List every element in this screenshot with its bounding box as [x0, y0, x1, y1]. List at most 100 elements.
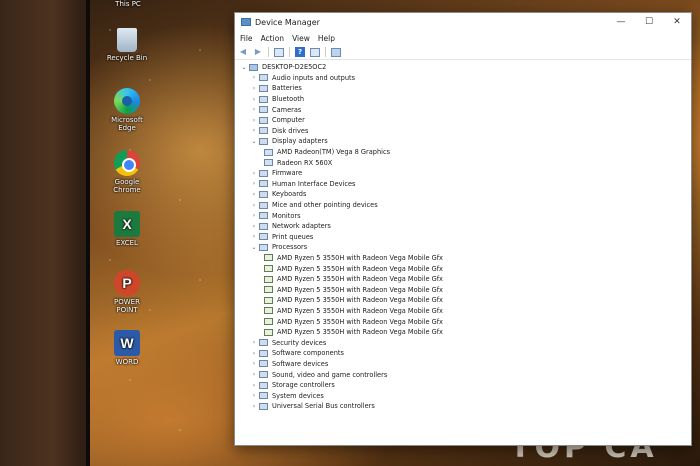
tree-category[interactable]: › Batteries — [239, 83, 691, 94]
chevron-right-icon[interactable]: › — [249, 106, 259, 113]
device-category-icon — [259, 116, 268, 124]
chevron-right-icon[interactable]: › — [249, 392, 259, 399]
tree-category[interactable]: › Cameras — [239, 104, 691, 115]
tree-category[interactable]: › Universal Serial Bus controllers — [239, 401, 691, 412]
tree-category[interactable]: › Monitors — [239, 210, 691, 221]
chevron-right-icon[interactable]: › — [249, 403, 259, 410]
device-category-icon — [259, 84, 268, 92]
chevron-right-icon[interactable]: › — [249, 339, 259, 346]
menu-file[interactable]: File — [238, 34, 259, 43]
tree-category[interactable]: › Disk drives — [239, 126, 691, 137]
tree-device[interactable]: AMD Radeon(TM) Vega 8 Graphics — [239, 147, 691, 158]
tree-device[interactable]: AMD Ryzen 5 3550H with Radeon Vega Mobil… — [239, 316, 691, 327]
device-category-icon — [259, 201, 268, 209]
desktop-icon-powerpoint[interactable]: P POWER POINT — [103, 270, 151, 314]
close-button[interactable]: ✕ — [663, 13, 691, 31]
chevron-right-icon[interactable]: › — [249, 382, 259, 389]
desktop-icon-label: EXCEL — [116, 239, 138, 247]
tree-category-label: Cameras — [272, 105, 302, 114]
tree-category[interactable]: › Bluetooth — [239, 94, 691, 105]
chevron-right-icon[interactable]: › — [249, 202, 259, 209]
desktop-icon-excel[interactable]: X EXCEL — [103, 211, 151, 247]
chevron-down-icon[interactable]: ⌄ — [239, 64, 249, 71]
chevron-right-icon[interactable]: › — [249, 350, 259, 357]
tree-category[interactable]: › Human Interface Devices — [239, 179, 691, 190]
help-icon[interactable]: ? — [295, 47, 305, 57]
tree-category[interactable]: › Software components — [239, 348, 691, 359]
chevron-right-icon[interactable]: › — [249, 371, 259, 378]
processor-icon — [264, 307, 273, 315]
tree-category[interactable]: › Audio inputs and outputs — [239, 73, 691, 84]
desktop-icon-recycle-bin[interactable]: Recycle Bin — [103, 28, 151, 62]
processor-icon — [264, 296, 273, 304]
tree-device[interactable]: AMD Ryzen 5 3550H with Radeon Vega Mobil… — [239, 327, 691, 338]
screen-edge — [86, 0, 90, 466]
tree-category-label: Security devices — [272, 338, 327, 347]
device-category-icon — [259, 106, 268, 114]
maximize-button[interactable]: ☐ — [635, 13, 663, 31]
powerpoint-icon: P — [114, 270, 140, 296]
tree-device[interactable]: AMD Ryzen 5 3550H with Radeon Vega Mobil… — [239, 284, 691, 295]
chevron-right-icon[interactable]: › — [249, 170, 259, 177]
chevron-right-icon[interactable]: › — [249, 180, 259, 187]
tree-device[interactable]: AMD Ryzen 5 3550H with Radeon Vega Mobil… — [239, 263, 691, 274]
desktop-icon-edge[interactable]: Microsoft Edge — [103, 88, 151, 132]
tree-category[interactable]: › Mice and other pointing devices — [239, 200, 691, 211]
device-category-icon — [259, 381, 268, 389]
processor-icon — [264, 275, 273, 283]
tree-root[interactable]: ⌄ DESKTOP-D2E5OC2 — [239, 62, 691, 73]
tree-category[interactable]: › Software devices — [239, 359, 691, 370]
tree-category[interactable]: › Keyboards — [239, 189, 691, 200]
device-manager-window[interactable]: Device Manager — ☐ ✕ File Action View He… — [234, 12, 692, 446]
tree-category[interactable]: ⌄ Display adapters — [239, 136, 691, 147]
chevron-right-icon[interactable]: › — [249, 96, 259, 103]
chevron-down-icon[interactable]: ⌄ — [249, 138, 259, 145]
chevron-right-icon[interactable]: › — [249, 223, 259, 230]
forward-button[interactable]: ▶ — [253, 47, 263, 57]
tree-device[interactable]: AMD Ryzen 5 3550H with Radeon Vega Mobil… — [239, 274, 691, 285]
minimize-button[interactable]: — — [607, 13, 635, 31]
back-button[interactable]: ◀ — [238, 47, 248, 57]
tree-category[interactable]: › Storage controllers — [239, 380, 691, 391]
chevron-down-icon[interactable]: ⌄ — [249, 244, 259, 251]
chevron-right-icon[interactable]: › — [249, 360, 259, 367]
desktop-icon-word[interactable]: W WORD — [103, 330, 151, 366]
chevron-right-icon[interactable]: › — [249, 117, 259, 124]
show-hide-console-tree-icon[interactable] — [274, 47, 284, 57]
tree-category-label: System devices — [272, 391, 324, 400]
menu-action[interactable]: Action — [259, 34, 291, 43]
scan-hardware-monitor-icon[interactable] — [331, 47, 341, 57]
properties-icon[interactable] — [310, 47, 320, 57]
chevron-right-icon[interactable]: › — [249, 233, 259, 240]
tree-device-label: Radeon RX 560X — [277, 158, 333, 167]
toolbar-separator — [289, 47, 290, 57]
desktop-icon-this-pc[interactable]: This PC — [104, 0, 152, 8]
tree-device[interactable]: Radeon RX 560X — [239, 157, 691, 168]
chevron-right-icon[interactable]: › — [249, 212, 259, 219]
chevron-right-icon[interactable]: › — [249, 127, 259, 134]
tree-category[interactable]: › Network adapters — [239, 221, 691, 232]
tree-category[interactable]: › Security devices — [239, 337, 691, 348]
desktop-icon-chrome[interactable]: Google Chrome — [103, 150, 151, 194]
tree-category[interactable]: › Print queues — [239, 232, 691, 243]
tree-device-label: AMD Ryzen 5 3550H with Radeon Vega Mobil… — [277, 275, 443, 284]
menu-help[interactable]: Help — [316, 34, 341, 43]
tree-device[interactable]: AMD Ryzen 5 3550H with Radeon Vega Mobil… — [239, 306, 691, 317]
desktop-icon-label: This PC — [115, 0, 141, 8]
tree-category[interactable]: › Computer — [239, 115, 691, 126]
tree-category-label: Keyboards — [272, 190, 307, 199]
tree-category-label: Display adapters — [272, 137, 328, 146]
tree-device[interactable]: AMD Ryzen 5 3550H with Radeon Vega Mobil… — [239, 253, 691, 264]
tree-category[interactable]: ⌄ Processors — [239, 242, 691, 253]
tree-device[interactable]: AMD Ryzen 5 3550H with Radeon Vega Mobil… — [239, 295, 691, 306]
chevron-right-icon[interactable]: › — [249, 85, 259, 92]
tree-category[interactable]: › Firmware — [239, 168, 691, 179]
title-bar[interactable]: Device Manager — ☐ ✕ — [235, 13, 691, 31]
menu-view[interactable]: View — [290, 34, 316, 43]
tree-category[interactable]: › System devices — [239, 390, 691, 401]
chevron-right-icon[interactable]: › — [249, 191, 259, 198]
chevron-right-icon[interactable]: › — [249, 74, 259, 81]
tree-category[interactable]: › Sound, video and game controllers — [239, 369, 691, 380]
tree-category-label: Firmware — [272, 169, 303, 178]
recycle-bin-icon — [117, 28, 137, 52]
